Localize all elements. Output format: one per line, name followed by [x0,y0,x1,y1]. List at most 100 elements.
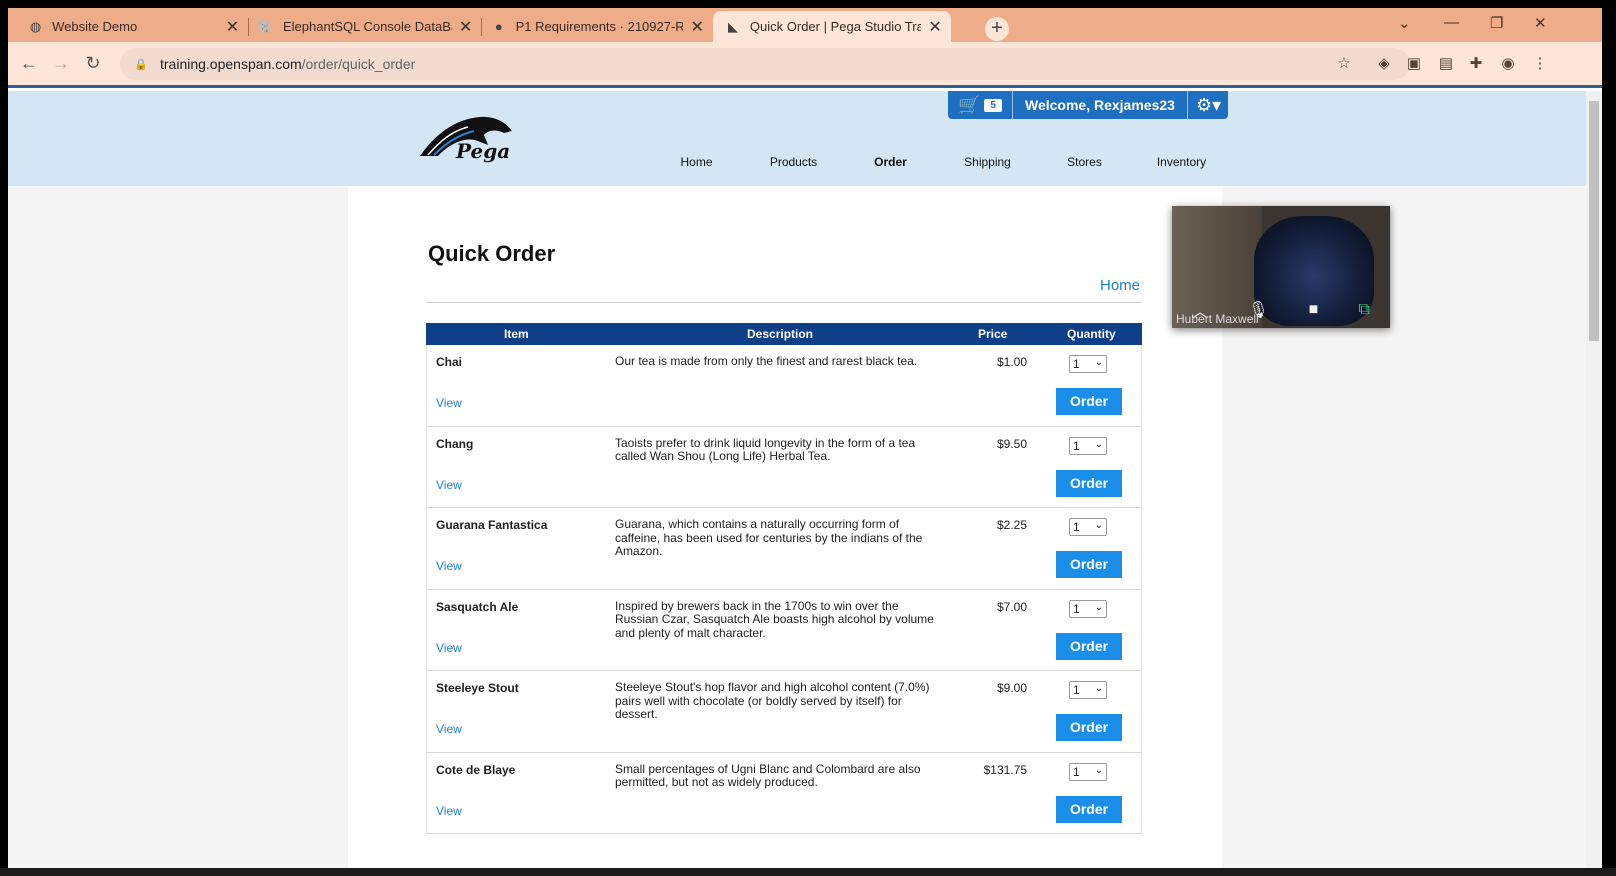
reload-icon[interactable]: ↻ [82,52,104,74]
scrollbar[interactable] [1586,91,1602,868]
tab-quick-order[interactable]: ◣ Quick Order | Pega Studio Trainin ✕ [713,11,951,42]
order-table: Item Description Price Quantity Chai Our … [426,323,1142,834]
quantity-value: 1 [1073,601,1080,616]
main-content: Quick Order Home Item Description Price … [348,186,1222,868]
tab-p1-requirements[interactable]: ● P1 Requirements · 210927-Resto ✕ [481,11,713,42]
pega-icon: ◣ [727,18,738,34]
divider [426,302,1142,303]
extension-ui-icon[interactable]: ▤ [1436,54,1456,74]
quantity-select[interactable]: 1 ⌄ [1069,599,1107,618]
view-link[interactable]: View [436,396,462,410]
order-button[interactable]: Order [1056,795,1122,823]
quantity-select[interactable]: 1 ⌄ [1069,518,1107,536]
table-header: Item Description Price Quantity [426,323,1142,345]
logo-text: Pega [456,139,511,163]
address-bar[interactable]: 🔒 training.openspan.com /order/quick_ord… [120,48,1410,80]
star-icon[interactable]: ☆ [1334,54,1354,74]
scrollbar-thumb[interactable] [1589,101,1599,341]
column-header-item: Item [504,327,529,341]
item-description: Steeleye Stout's hop flavor and high alc… [615,680,930,721]
user-bar: 🛒 5 Welcome, Rexjames23 ⚙▾ [948,91,1228,119]
nav-stores[interactable]: Stores [1036,155,1133,169]
item-price: $7.00 [996,599,1027,614]
extension-icon[interactable]: ▣ [1404,54,1424,74]
order-button[interactable]: Order [1056,632,1122,660]
order-button[interactable]: Order [1056,388,1122,415]
table-row: Cote de Blaye Small percentages of Ugni B… [426,752,1142,834]
taskbar [0,868,1616,876]
item-price: $1.00 [996,355,1027,369]
quantity-select[interactable]: 1 ⌄ [1069,681,1107,699]
main-nav: Home Products Order Shipping Stores Inve… [648,155,1230,169]
close-icon[interactable]: ✕ [927,17,943,37]
quantity-select[interactable]: 1 ⌄ [1069,355,1107,373]
view-link[interactable]: View [436,559,462,573]
item-description: Inspired by brewers back in the 1700s to… [615,598,934,640]
browser-window: ◍ Website Demo ✕ 🐘 ElephantSQL Console D… [8,8,1602,868]
github-icon: ● [494,19,503,34]
quantity-value: 1 [1073,683,1080,697]
view-link[interactable]: View [436,478,462,492]
chevron-down-icon: ⌄ [1094,601,1103,613]
item-name: Chang [436,436,474,451]
quantity-select[interactable]: 1 ⌄ [1069,762,1107,781]
puzzle-icon[interactable]: ✚ [1466,54,1486,74]
column-header-quantity: Quantity [1067,327,1116,341]
close-icon[interactable]: ✕ [225,17,240,37]
item-price: $2.25 [996,518,1027,532]
view-link[interactable]: View [436,804,462,818]
home-link[interactable]: Home [1100,277,1140,294]
chevron-down-icon: ⌄ [1094,520,1103,531]
view-link[interactable]: View [436,641,462,655]
extension-icon[interactable]: ◈ [1374,54,1394,74]
nav-inventory[interactable]: Inventory [1133,155,1230,169]
nav-shipping[interactable]: Shipping [939,155,1036,169]
participant-name: Hubert Maxwell [1176,312,1259,326]
tab-title: Website Demo [52,19,138,34]
forward-icon[interactable]: → [50,52,72,74]
chevron-down-icon: ⌄ [1094,357,1103,368]
tab-search-icon[interactable]: ⌄ [1398,14,1411,32]
close-icon[interactable]: ✕ [458,17,473,37]
item-description: Taoists prefer to drink liquid longevity… [615,435,916,463]
item-description: Small percentages of Ugni Blanc and Colo… [615,761,921,789]
restore-icon[interactable]: ❐ [1490,14,1503,32]
site-header: Pega 🛒 5 Welcome, Rexjames23 ⚙▾ Home Pro… [8,91,1586,186]
popout-icon[interactable]: ⧉ [1358,301,1369,319]
order-button[interactable]: Order [1056,469,1122,497]
order-button[interactable]: Order [1056,714,1122,741]
item-name: Steeleye Stout [436,681,519,695]
cart-count-badge: 5 [984,98,1002,112]
quantity-value: 1 [1073,520,1080,534]
nav-products[interactable]: Products [745,155,842,169]
nav-home[interactable]: Home [648,155,745,169]
tab-elephantsql[interactable]: 🐘 ElephantSQL Console DataBase f ✕ [248,11,481,42]
item-name: Guarana Fantastica [436,518,548,532]
chevron-down-icon: ⌄ [1094,438,1103,450]
welcome-text: Welcome, Rexjames23 [1013,91,1188,119]
minimize-icon[interactable]: — [1444,14,1459,31]
item-name: Sasquatch Ale [436,599,519,614]
camera-icon[interactable]: ■ [1309,301,1319,319]
settings-gear-icon[interactable]: ⚙▾ [1188,95,1229,116]
order-button[interactable]: Order [1056,551,1122,578]
profile-avatar[interactable]: ◉ [1498,54,1518,74]
item-price: $9.00 [996,681,1027,695]
quantity-select[interactable]: 1 ⌄ [1069,436,1107,455]
back-icon[interactable]: ← [18,52,40,74]
nav-order[interactable]: Order [842,155,939,169]
close-icon[interactable]: ✕ [689,17,705,37]
cart-button[interactable]: 🛒 5 [948,91,1013,119]
column-header-description: Description [747,327,814,341]
tab-title: Quick Order | Pega Studio Trainin [749,19,922,34]
desktop: ◍ Website Demo ✕ 🐘 ElephantSQL Console D… [0,0,1616,876]
new-tab-button[interactable]: + [985,17,1009,41]
table-row: Guarana Fantastica Guarana, which contain… [426,508,1142,590]
view-link[interactable]: View [436,722,462,736]
url-host: training.openspan.com [160,56,302,72]
tab-website-demo[interactable]: ◍ Website Demo ✕ [8,11,248,42]
table-row: Chang Taoists prefer to drink liquid long… [426,426,1142,508]
video-call-overlay[interactable]: ︿ 🎙 ■ ⧉ Hubert Maxwell [1172,206,1390,328]
close-window-icon[interactable]: ✕ [1534,14,1547,32]
menu-icon[interactable]: ⋮ [1530,54,1550,74]
